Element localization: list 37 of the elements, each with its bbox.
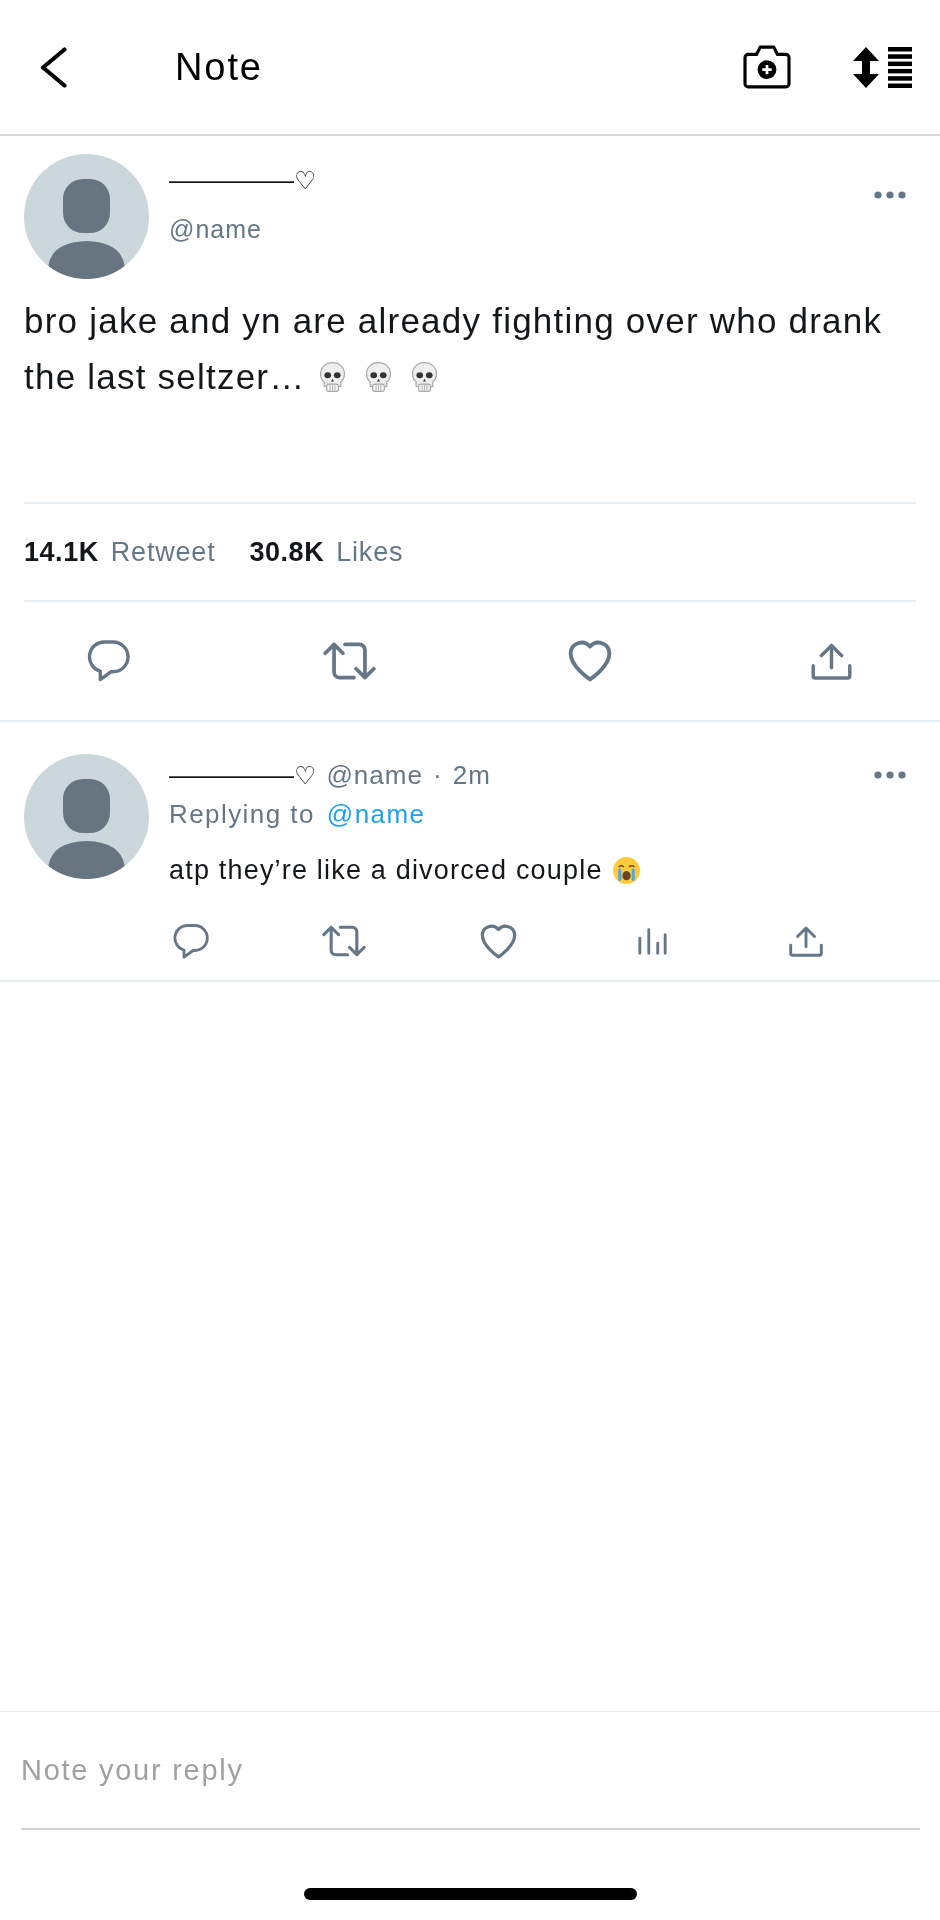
page-title: Note	[175, 45, 263, 89]
reply-text: atp they’re like a divorced couple	[169, 855, 603, 885]
sort-icon[interactable]	[853, 45, 912, 89]
stat-count: 14.1K	[24, 536, 99, 568]
replying-label: Replying to	[169, 799, 315, 829]
share-icon[interactable]	[789, 925, 823, 957]
skull-icon	[319, 362, 347, 392]
more-icon[interactable]	[874, 191, 906, 199]
mention-link[interactable]: @name	[326, 799, 426, 829]
repeat-arrows-icon[interactable]	[322, 642, 376, 680]
user-handle: @name	[326, 760, 424, 790]
avatar-icon	[24, 154, 149, 279]
crying-face-icon	[612, 857, 640, 884]
display-name: —————♡	[169, 165, 317, 195]
timestamp: 2m	[452, 760, 491, 790]
user-handle: @name	[169, 214, 262, 244]
stat-label: Retweet	[110, 536, 216, 568]
speech-bubble-icon[interactable]	[86, 640, 130, 682]
stat-label: Likes	[336, 536, 404, 568]
separator-dot: ·	[433, 760, 443, 790]
chevron-left-icon[interactable]	[39, 46, 67, 88]
tweet-text: bro jake and yn are already fighting over who drank	[24, 300, 883, 342]
tweet-text: the last seltzer…	[24, 356, 306, 398]
skull-icon	[365, 362, 393, 392]
speech-bubble-icon[interactable]	[171, 923, 209, 959]
stat-count: 30.8K	[249, 536, 325, 568]
avatar-icon	[24, 754, 149, 879]
share-icon[interactable]	[810, 642, 852, 680]
display-name: —————♡	[169, 760, 317, 790]
reply-field[interactable]: Note your reply	[21, 1712, 920, 1830]
skull-icon	[411, 362, 439, 392]
camera-plus-icon[interactable]	[743, 45, 791, 89]
more-icon[interactable]	[874, 771, 906, 779]
heart-icon[interactable]	[479, 923, 517, 959]
repeat-arrows-icon[interactable]	[322, 925, 366, 957]
heart-icon[interactable]	[568, 640, 612, 682]
bar-chart-icon[interactable]	[637, 927, 667, 955]
